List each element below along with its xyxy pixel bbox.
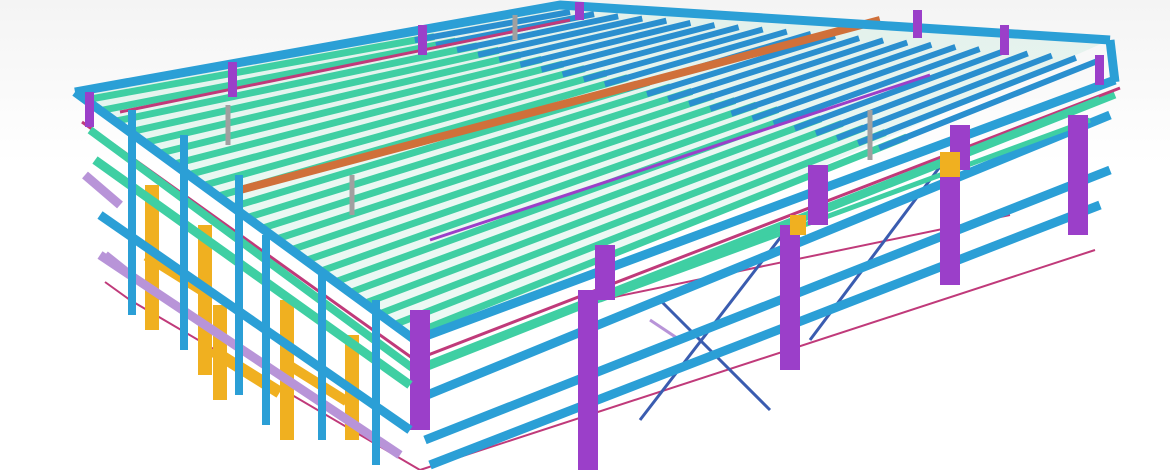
wall-column [780,225,800,370]
wall-column [940,170,960,285]
wall-column [578,290,598,470]
model-viewport[interactable] [0,0,1170,470]
wall-column [410,310,430,430]
wall-column [808,165,828,225]
wall-column [1068,115,1088,235]
wall-column [595,245,615,300]
steel-structure-model [72,0,1121,470]
